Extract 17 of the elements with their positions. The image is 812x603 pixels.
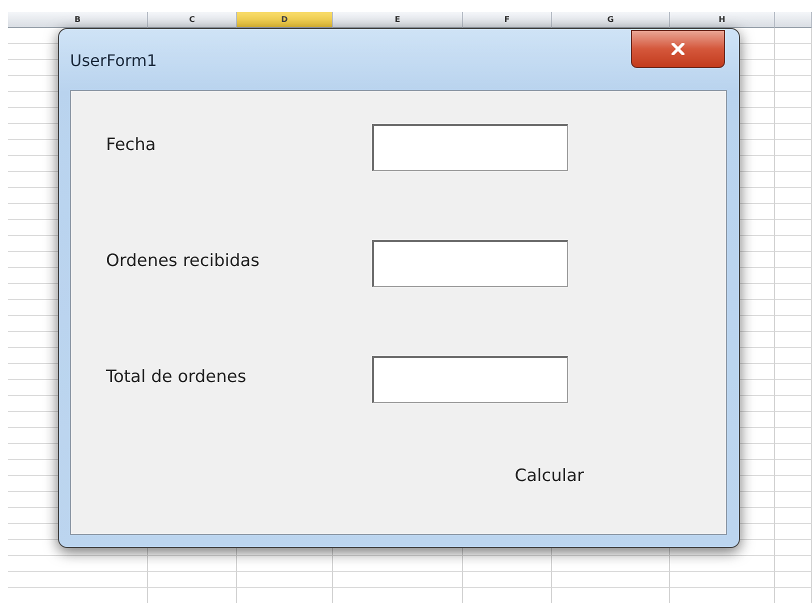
input-field[interactable] — [372, 356, 568, 403]
column-header[interactable]: C — [148, 12, 237, 28]
column-header[interactable]: B — [8, 12, 148, 28]
field-label: Total de ordenes — [106, 367, 248, 387]
column-header[interactable]: E — [333, 12, 463, 28]
field-label: Fecha — [106, 135, 157, 155]
window-title: UserForm1 — [70, 51, 157, 70]
column-header[interactable]: F — [463, 12, 552, 28]
column-header[interactable]: G — [552, 12, 670, 28]
field-label: Ordenes recibidas — [106, 251, 261, 271]
input-field[interactable] — [372, 240, 568, 287]
close-button[interactable] — [631, 30, 725, 68]
calculate-button[interactable]: Calcular — [510, 464, 588, 488]
column-header[interactable]: D — [237, 12, 333, 28]
close-icon — [671, 43, 685, 55]
input-field[interactable] — [372, 124, 568, 171]
column-header[interactable]: H — [670, 12, 775, 28]
